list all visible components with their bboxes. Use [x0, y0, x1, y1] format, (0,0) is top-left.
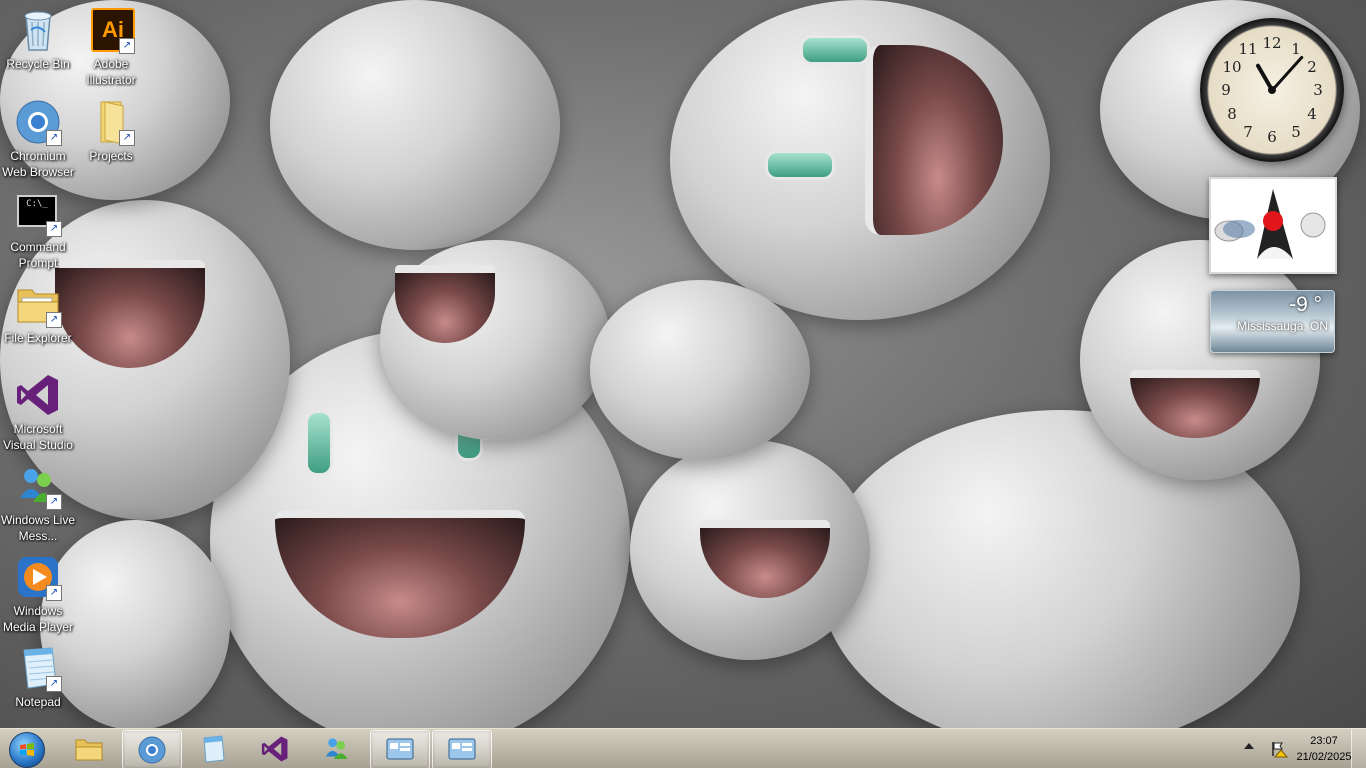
taskbar-clock[interactable]: 23:07 21/02/2025: [1296, 733, 1352, 765]
wallpaper-eye: [800, 35, 870, 65]
cmd-icon: C:\_ ↗: [14, 189, 62, 237]
visual-studio-icon: [14, 371, 62, 419]
shortcut-arrow-icon: ↗: [46, 494, 62, 510]
taskbar-button-window-1[interactable]: [370, 730, 430, 768]
desktop-icon-label: Command Prompt: [10, 240, 66, 270]
desktop-icon-label: Adobe Illustrator: [86, 57, 136, 87]
clock-numeral: 7: [1243, 123, 1253, 141]
desktop-icon-recycle-bin[interactable]: Recycle Bin: [0, 6, 76, 72]
clock-center-pin: [1268, 86, 1276, 94]
chromium-icon: [138, 736, 166, 764]
clock-numeral: 2: [1307, 58, 1317, 76]
java-duke-mascot-icon: [1211, 179, 1335, 272]
clock-numeral: 10: [1222, 58, 1242, 76]
messenger-icon: ↗: [14, 462, 62, 510]
shortcut-arrow-icon: ↗: [46, 130, 62, 146]
notepad-icon: [203, 735, 225, 763]
weather-gadget[interactable]: -9 ° Mississauga, ON: [1210, 290, 1335, 353]
shortcut-arrow-icon: ↗: [46, 221, 62, 237]
wallpaper-character: [590, 280, 810, 460]
action-center-flag-icon[interactable]: [1270, 740, 1288, 758]
taskbar-time: 23:07: [1310, 735, 1338, 747]
wallpaper-character: [270, 0, 560, 250]
desktop-icon-windows-live-messenger[interactable]: ↗ Windows Live Mess...: [0, 462, 76, 544]
clock-numeral: 6: [1267, 128, 1277, 146]
desktop-icon-label: Chromium Web Browser: [2, 149, 74, 179]
desktop-icon-windows-media-player[interactable]: ↗ Windows Media Player: [0, 553, 76, 635]
weather-location: Mississauga, ON: [1237, 319, 1328, 333]
show-hidden-icons-chevron-icon[interactable]: [1244, 743, 1254, 749]
desktop-icon-notepad[interactable]: ↗ Notepad: [0, 644, 76, 710]
folder-icon: [75, 739, 103, 761]
slideshow-gadget[interactable]: [1209, 177, 1337, 274]
system-tray: 23:07 21/02/2025: [1226, 729, 1366, 768]
desktop-icon-label: File Explorer: [4, 331, 72, 345]
shortcut-arrow-icon: ↗: [46, 585, 62, 601]
weather-temperature: -9 °: [1289, 293, 1322, 316]
folder-icon: ↗: [87, 98, 135, 146]
notepad-icon: ↗: [14, 644, 62, 692]
illustrator-icon: Ai ↗: [87, 6, 135, 54]
clock-numeral: 1: [1291, 40, 1301, 58]
taskbar-button-visual-studio[interactable]: [246, 730, 304, 767]
clock-numeral: 4: [1307, 105, 1317, 123]
desktop-icon-projects[interactable]: ↗ Projects: [73, 98, 149, 164]
desktop-icon-adobe-illustrator[interactable]: Ai ↗ Adobe Illustrator: [73, 6, 149, 88]
taskbar-button-file-explorer[interactable]: [60, 730, 118, 767]
desktop-wallpaper: [0, 0, 1366, 728]
shortcut-arrow-icon: ↗: [46, 312, 62, 328]
chromium-icon: ↗: [14, 98, 62, 146]
taskbar-button-messenger[interactable]: [308, 730, 366, 767]
desktop-icon-visual-studio[interactable]: Microsoft Visual Studio: [0, 371, 76, 453]
gadget-window-icon: [386, 738, 414, 760]
clock-gadget[interactable]: 12 1 2 3 4 5 6 7 8 9 10 11: [1200, 18, 1344, 162]
taskbar-button-chromium[interactable]: [122, 730, 182, 768]
show-desktop-button[interactable]: [1351, 729, 1366, 768]
clock-numeral: 3: [1313, 81, 1323, 99]
desktop-icon-label: Windows Media Player: [2, 604, 74, 634]
desktop-icon-label: Projects: [89, 149, 133, 163]
start-button[interactable]: [4, 730, 48, 768]
clock-numeral: 11: [1238, 40, 1258, 58]
clock-minute-hand: [1270, 54, 1304, 92]
windows-orb-icon: [9, 732, 45, 768]
taskbar: 23:07 21/02/2025: [0, 728, 1366, 768]
desktop-icon-label: Recycle Bin: [6, 57, 70, 71]
taskbar-date: 21/02/2025: [1296, 751, 1352, 763]
desktop-icon-command-prompt[interactable]: C:\_ ↗ Command Prompt: [0, 189, 76, 271]
taskbar-button-window-2[interactable]: [432, 730, 492, 768]
recycle-bin-icon: [14, 6, 62, 54]
wallpaper-character: [1080, 240, 1320, 480]
gadget-window-icon: [448, 738, 476, 760]
clock-numeral: 5: [1291, 123, 1301, 141]
visual-studio-icon: [261, 736, 288, 762]
desktop-icon-label: Notepad: [15, 695, 61, 709]
clock-numeral: 9: [1221, 81, 1231, 99]
desktop-icon-label: Microsoft Visual Studio: [3, 422, 73, 452]
shortcut-arrow-icon: ↗: [46, 676, 62, 692]
messenger-icon: [325, 738, 348, 759]
shortcut-arrow-icon: ↗: [119, 130, 135, 146]
wallpaper-eye: [305, 410, 333, 476]
wallpaper-eye: [765, 150, 835, 180]
desktop-icon-label: Windows Live Mess...: [0, 513, 76, 543]
desktop-icon-chromium[interactable]: ↗ Chromium Web Browser: [0, 98, 76, 180]
clock-numeral: 12: [1262, 34, 1282, 52]
clock-numeral: 8: [1227, 105, 1237, 123]
file-explorer-icon: ↗: [14, 280, 62, 328]
desktop-icon-file-explorer[interactable]: ↗ File Explorer: [0, 280, 76, 346]
shortcut-arrow-icon: ↗: [119, 38, 135, 54]
media-player-icon: ↗: [14, 553, 62, 601]
taskbar-button-notepad[interactable]: [184, 730, 242, 767]
